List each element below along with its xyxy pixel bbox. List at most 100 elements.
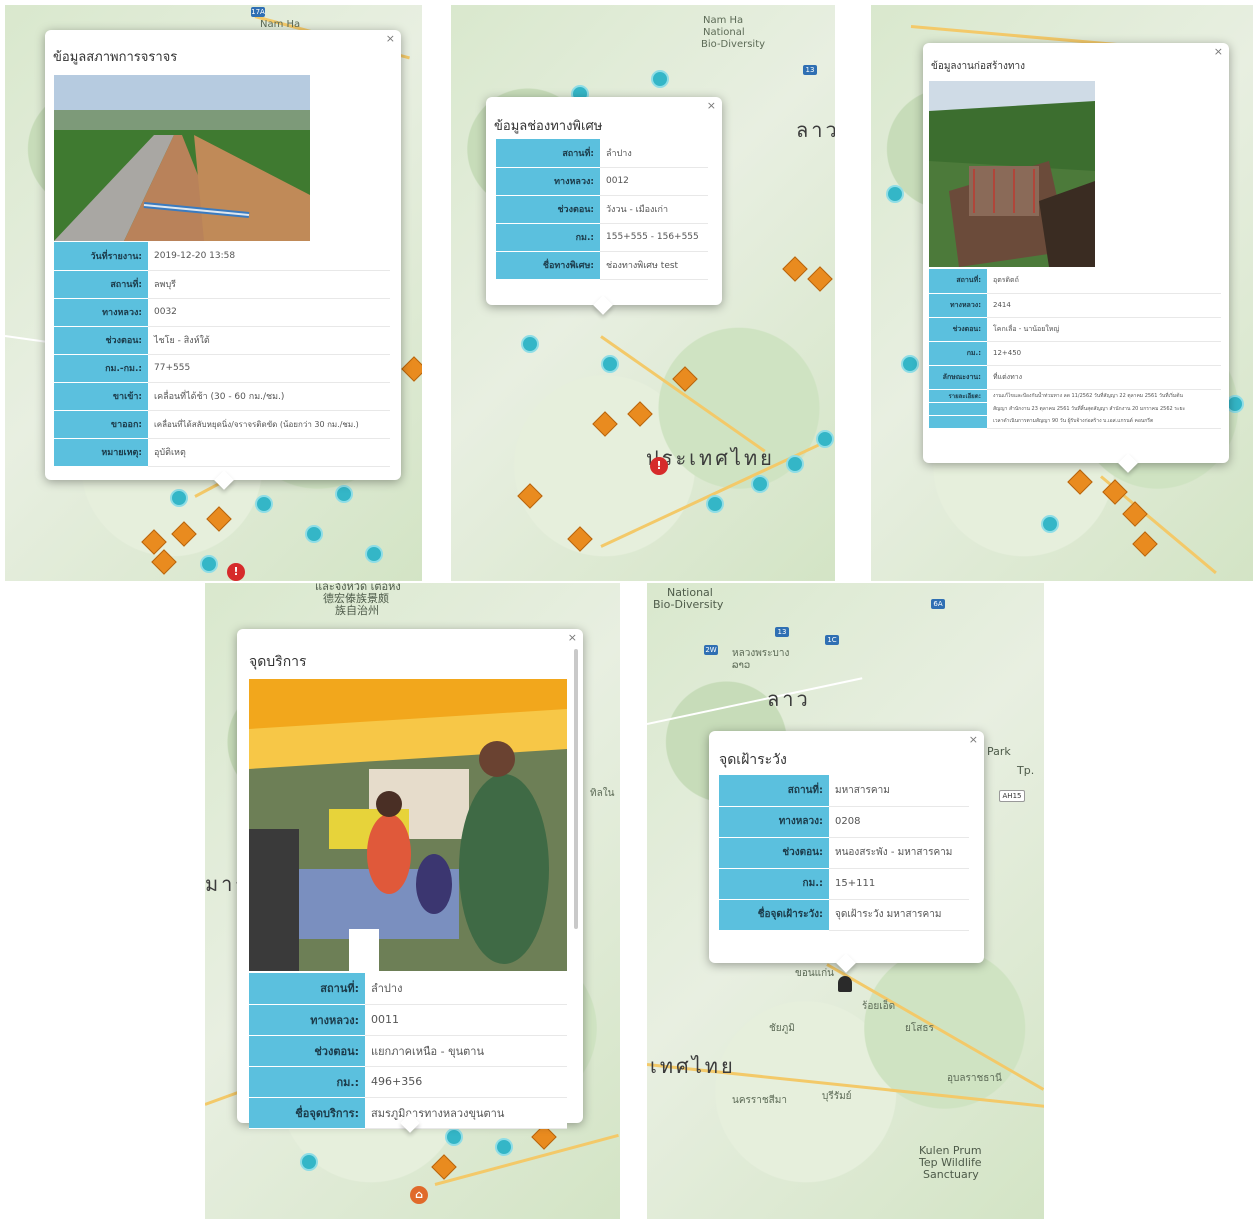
row-key: สถานที่:	[54, 270, 148, 299]
map-label: หลวงพระบาง	[732, 648, 790, 659]
row-value: 2019-12-20 13:58	[148, 242, 390, 271]
map-panel-traffic[interactable]: Nam Ha 17A ! × ข้อมูลสภาพการจราจร วันที่…	[5, 5, 422, 581]
table-row: ทางหลวง: 0012	[496, 167, 708, 196]
row-key: ช่วงตอน:	[929, 317, 987, 342]
table-row: ทางหลวง: 0208	[719, 806, 969, 838]
route-shield: 13	[775, 627, 789, 637]
row-key: ขาออก:	[54, 410, 148, 439]
scrollbar[interactable]	[574, 649, 578, 929]
table-row: สถานที่: ลพบุรี	[54, 270, 390, 299]
map-label: ขอนแก่น	[795, 968, 835, 979]
map-panel-special-lane[interactable]: Nam Ha National Bio-Diversity ลาว ประเทศ…	[451, 5, 835, 581]
close-icon[interactable]: ×	[386, 32, 395, 45]
table-row: ช่วงตอน: โคกเลื่อ - นาน้อยใหญ่	[929, 317, 1221, 342]
camera-marker[interactable]	[651, 70, 669, 88]
map-panel-service-point[interactable]: และจังหวัด เต๋อหง 德宏傣族景颇 族自治州 มาร์ ทิลใน…	[205, 583, 620, 1219]
row-key	[929, 402, 987, 416]
table-row: ทางหลวง: 0011	[249, 1004, 567, 1036]
alert-marker[interactable]: !	[650, 457, 668, 475]
camera-marker[interactable]	[255, 495, 273, 513]
camera-marker[interactable]	[886, 185, 904, 203]
popup-title: ข้อมูลช่องทางพิเศษ	[494, 119, 603, 134]
camera-marker[interactable]	[706, 495, 724, 513]
map-label: อุบลราชธานี	[947, 1073, 1002, 1084]
watch-point-popup: × จุดเฝ้าระวัง สถานที่: มหาสารคาม ทางหลวง…	[709, 731, 984, 973]
map-panel-watch-point[interactable]: National Bio-Diversity หลวงพระบาง ລາວ ลา…	[647, 583, 1044, 1219]
row-key: ทางหลวง:	[719, 806, 829, 838]
row-value: ลำปาง	[600, 139, 708, 168]
row-value: อุตรดิตถ์	[987, 269, 1221, 294]
row-key: ช่วงตอน:	[496, 195, 600, 224]
camera-marker[interactable]	[816, 430, 834, 448]
table-row: ลักษณะงาน: ที่แต่งทาง	[929, 365, 1221, 390]
table-row: ทางหลวง: 2414	[929, 293, 1221, 318]
map-label: Bio-Diversity	[653, 598, 724, 611]
table-row: กม.: 496+356	[249, 1066, 567, 1098]
table-row: สัญญา สำนักงาน 23 ตุลาคม 2561 วันที่สิ้น…	[929, 402, 1221, 416]
camera-marker[interactable]	[305, 525, 323, 543]
camera-marker[interactable]	[445, 1128, 463, 1146]
popup-title: ข้อมูลสภาพการจราจร	[53, 50, 178, 65]
row-value: 12+450	[987, 341, 1221, 366]
camera-marker[interactable]	[365, 545, 383, 563]
row-key: ลักษณะงาน:	[929, 365, 987, 390]
route-shield: 17A	[251, 7, 265, 17]
camera-marker[interactable]	[495, 1138, 513, 1156]
popup-title: จุดเฝ้าระวัง	[719, 752, 787, 768]
close-icon[interactable]: ×	[568, 631, 577, 644]
row-key: หมายเหตุ:	[54, 438, 148, 467]
close-icon[interactable]: ×	[1214, 45, 1223, 58]
row-value: 0012	[600, 167, 708, 196]
camera-marker[interactable]	[521, 335, 539, 353]
highway-photo-image	[54, 75, 310, 241]
watch-point-marker[interactable]	[838, 976, 852, 992]
camera-marker[interactable]	[751, 475, 769, 493]
camera-marker[interactable]	[200, 555, 218, 573]
map-panel-construction[interactable]: × ข้อมูลงานก่อสร้างทาง สถานที่: อุตรดิตถ์…	[871, 5, 1253, 581]
row-value: จุดเฝ้าระวัง มหาสารคาม	[829, 899, 969, 931]
popup-title: ข้อมูลงานก่อสร้างทาง	[931, 61, 1026, 72]
row-value: มหาสารคาม	[829, 775, 969, 807]
camera-marker[interactable]	[300, 1153, 318, 1171]
row-key: ชื่อจุดเฝ้าระวัง:	[719, 899, 829, 931]
row-value: ลพบุรี	[148, 270, 390, 299]
map-label: ยโสธร	[905, 1023, 934, 1034]
construction-popup: × ข้อมูลงานก่อสร้างทาง สถานที่: อุตรดิตถ์…	[923, 43, 1229, 473]
camera-marker[interactable]	[335, 485, 353, 503]
row-value: 0032	[148, 298, 390, 327]
map-label: 族自治州	[335, 604, 379, 617]
special-lane-table: สถานที่: ลำปาง ทางหลวง: 0012 ช่วงตอน: วังวน…	[496, 139, 708, 280]
table-row: สถานที่: มหาสารคาม	[719, 775, 969, 807]
watch-point-table: สถานที่: มหาสารคาม ทางหลวง: 0208 ช่วงตอน: ห…	[719, 775, 969, 931]
map-label: Sanctuary	[923, 1168, 979, 1181]
table-row: วันที่รายงาน: 2019-12-20 13:58	[54, 242, 390, 271]
row-value: ที่แต่งทาง	[987, 365, 1221, 390]
route-shield: 2W	[704, 645, 718, 655]
table-row: กม.: 155+555 - 156+555	[496, 223, 708, 252]
row-value: 155+555 - 156+555	[600, 223, 708, 252]
camera-marker[interactable]	[786, 455, 804, 473]
camera-marker[interactable]	[1041, 515, 1059, 533]
row-value: 15+111	[829, 868, 969, 900]
row-key: ทางหลวง:	[496, 167, 600, 196]
close-icon[interactable]: ×	[707, 99, 716, 112]
row-key: รายละเอียด:	[929, 389, 987, 403]
traffic-info-table: วันที่รายงาน: 2019-12-20 13:58 สถานที่: ลพ…	[54, 242, 390, 467]
row-value: ช่องทางพิเศษ test	[600, 251, 708, 280]
row-key: สถานที่:	[249, 973, 365, 1005]
row-key: ทางหลวง:	[929, 293, 987, 318]
map-label: ชัยภูมิ	[769, 1023, 795, 1034]
row-key: กม.-กม.:	[54, 354, 148, 383]
row-key: กม.:	[719, 868, 829, 900]
row-value: เวลาดำเนินการตามสัญญา 90 วัน ผู้รับจ้างก…	[987, 415, 1221, 429]
close-icon[interactable]: ×	[969, 733, 978, 746]
table-row: สถานที่: อุตรดิตถ์	[929, 269, 1221, 294]
country-label: ลาว	[796, 118, 835, 142]
camera-marker[interactable]	[601, 355, 619, 373]
alert-marker[interactable]: ⌂	[410, 1186, 428, 1204]
map-label: Tp.	[1017, 764, 1035, 777]
alert-marker[interactable]: !	[227, 563, 245, 581]
traffic-info-popup: × ข้อมูลสภาพการจราจร วันที่รายงาน: 2019-1…	[45, 30, 401, 490]
camera-marker[interactable]	[170, 489, 188, 507]
camera-marker[interactable]	[901, 355, 919, 373]
